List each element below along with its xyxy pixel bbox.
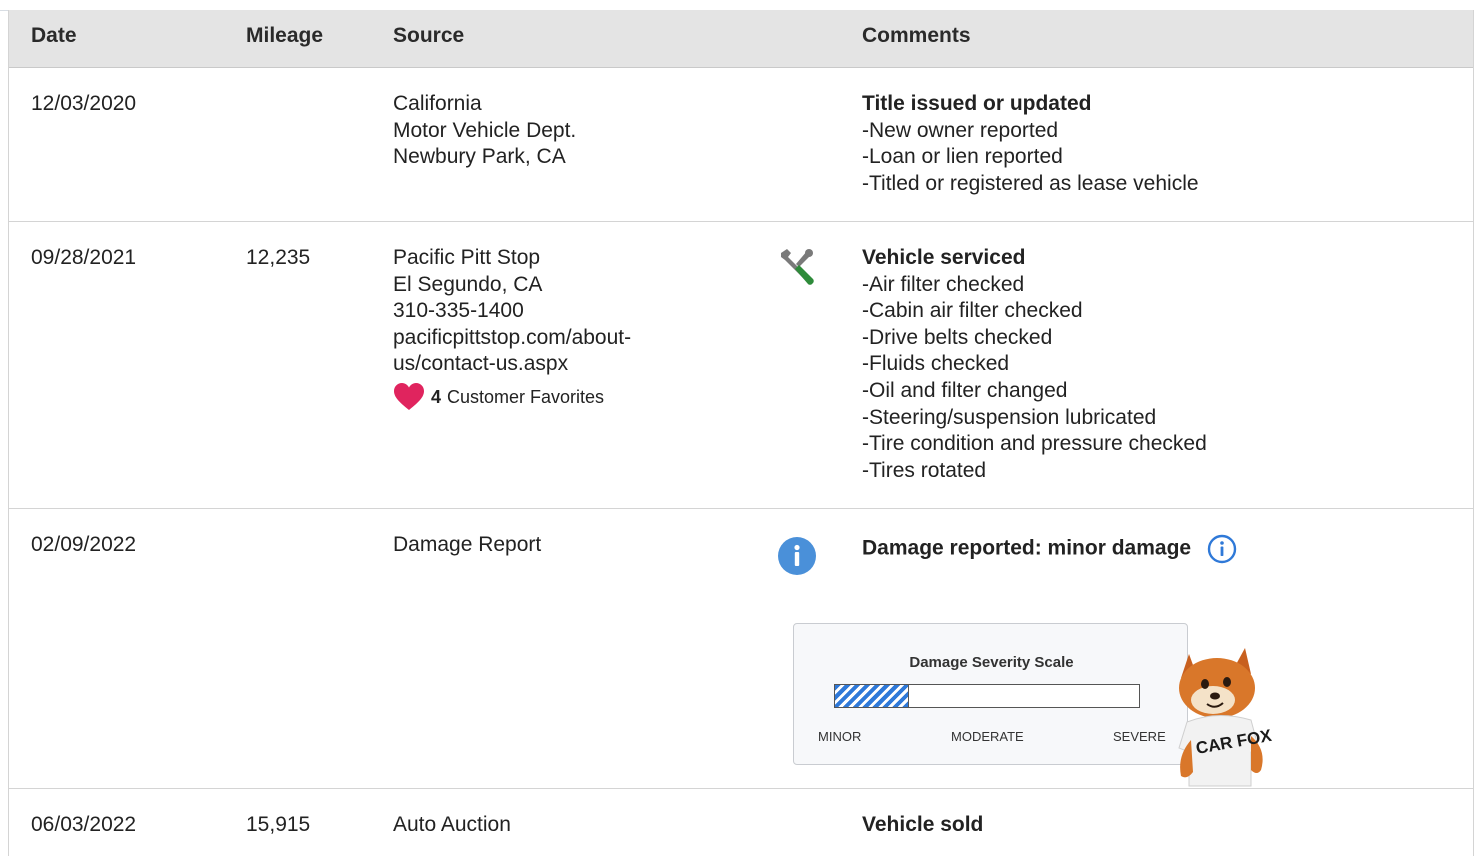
scale-title: Damage Severity Scale: [909, 654, 1074, 671]
favorites-count: 4: [431, 386, 442, 407]
comment-item: Loan or lien reported: [862, 144, 1462, 171]
comment-item: Titled or registered as lease vehicle: [862, 171, 1462, 198]
comment-item: New owner reported: [862, 118, 1462, 145]
service-tools-icon: [777, 247, 817, 295]
customer-favorites[interactable]: 4 Customer Favorites: [393, 382, 693, 412]
source-website-link[interactable]: us/contact-us.aspx: [393, 351, 693, 378]
record-source: California Motor Vehicle Dept. Newbury P…: [393, 91, 693, 171]
record-date: 09/28/2021: [31, 246, 137, 269]
table-row: 09/28/2021 12,235 Pacific Pitt Stop El S…: [9, 221, 1473, 509]
record-source: Damage Report: [393, 532, 693, 559]
comment-title-wrap: Damage reported: minor damage: [862, 534, 1462, 564]
favorites-label: Customer Favorites: [447, 386, 605, 407]
table-row: 06/03/2022 15,915 Auto Auction Vehicle s…: [9, 788, 1473, 856]
record-source: Pacific Pitt Stop El Segundo, CA 310-335…: [393, 245, 693, 412]
record-date: 12/03/2020: [31, 92, 137, 115]
table-header: Date Mileage Source Comments: [9, 10, 1473, 68]
record-date: 02/09/2022: [31, 533, 137, 556]
comment-item: Fluids checked: [862, 351, 1462, 378]
comment-title: Vehicle sold: [862, 813, 984, 836]
source-line: Auto Auction: [393, 813, 511, 836]
scale-label-moderate: MODERATE: [951, 729, 1024, 744]
severity-fill: [835, 685, 909, 707]
scale-label-minor: MINOR: [818, 729, 862, 744]
table-row: 02/09/2022 Damage Report Damage reported…: [9, 508, 1473, 789]
record-comments: Damage reported: minor damage: [862, 534, 1462, 564]
record-source: Auto Auction: [393, 812, 693, 839]
vehicle-history-table: Date Mileage Source Comments 12/03/2020 …: [8, 10, 1474, 856]
record-mileage: 15,915: [246, 813, 311, 836]
comment-title: Damage reported: minor damage: [862, 536, 1192, 560]
header-source: Source: [393, 24, 465, 47]
comment-title: Title issued or updated: [862, 92, 1092, 115]
record-mileage: 12,235: [246, 246, 311, 269]
info-icon: [777, 536, 817, 584]
comment-item: Air filter checked: [862, 272, 1462, 299]
table-row: 12/03/2020 California Motor Vehicle Dept…: [9, 67, 1473, 222]
comment-item: Oil and filter changed: [862, 378, 1462, 405]
comment-title: Vehicle serviced: [862, 246, 1026, 269]
severity-bar: [834, 684, 1140, 708]
source-line: Damage Report: [393, 533, 542, 556]
source-line: Motor Vehicle Dept.: [393, 118, 577, 142]
header-date: Date: [31, 24, 77, 47]
carfox-mascot-icon: CAR FOX: [1178, 648, 1274, 787]
source-line: Pacific Pitt Stop: [393, 246, 541, 269]
source-line: Newbury Park, CA: [393, 145, 566, 169]
source-line: California: [393, 92, 482, 115]
comment-item: Tire condition and pressure checked: [862, 431, 1462, 458]
damage-severity-scale: Damage Severity Scale MINOR MODERATE SEV…: [793, 623, 1188, 765]
record-date: 06/03/2022: [31, 813, 137, 836]
record-comments: Title issued or updated New owner report…: [862, 91, 1462, 197]
heart-icon: [394, 382, 424, 410]
comment-item: Cabin air filter checked: [862, 298, 1462, 325]
record-comments: Vehicle sold: [862, 812, 1462, 839]
comment-item: Steering/suspension lubricated: [862, 405, 1462, 432]
comment-item: Drive belts checked: [862, 325, 1462, 352]
source-line: El Segundo, CA: [393, 272, 543, 296]
record-comments: Vehicle serviced Air filter checked Cabi…: [862, 245, 1462, 484]
header-mileage: Mileage: [246, 24, 324, 47]
header-comments: Comments: [862, 24, 971, 47]
source-phone[interactable]: 310-335-1400: [393, 298, 693, 325]
comment-item: Tires rotated: [862, 458, 1462, 485]
info-outline-icon[interactable]: [1207, 534, 1237, 564]
scale-label-severe: SEVERE: [1113, 729, 1166, 744]
source-website-link[interactable]: pacificpittstop.com/about-: [393, 325, 693, 352]
